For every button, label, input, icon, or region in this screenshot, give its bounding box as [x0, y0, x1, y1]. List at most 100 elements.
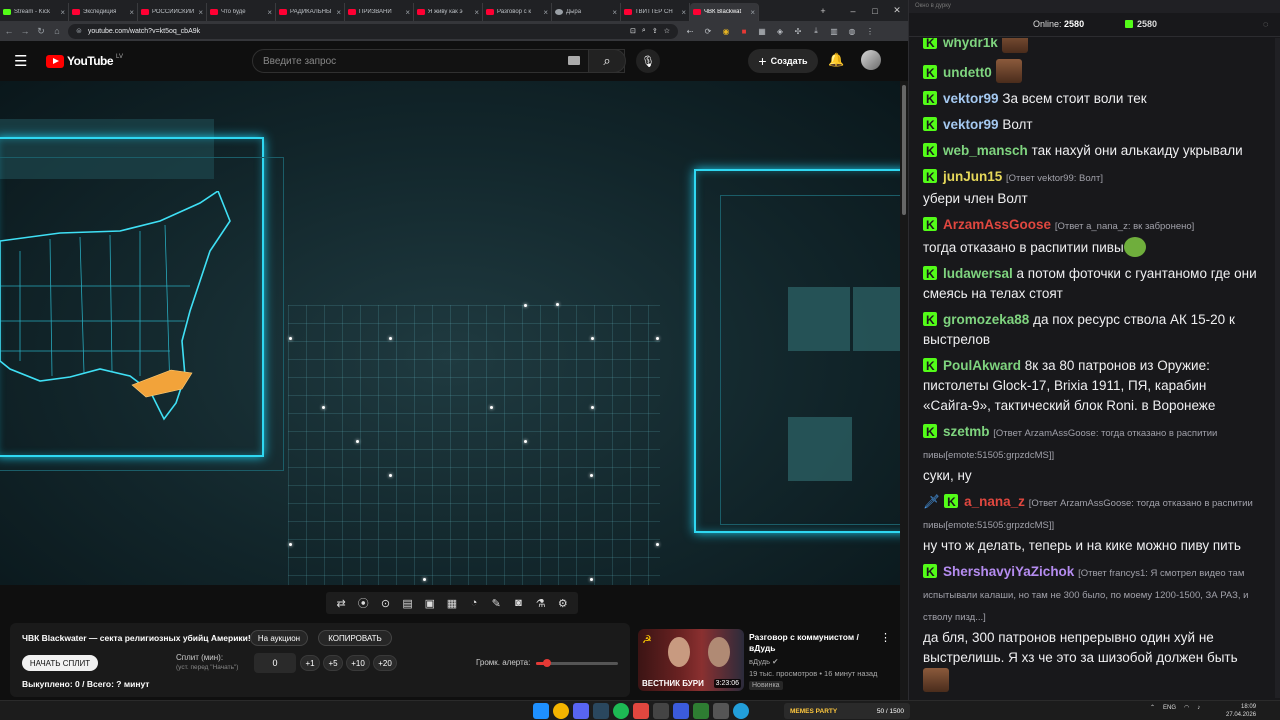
language-indicator[interactable]: ENG	[1163, 705, 1176, 711]
chat-username[interactable]: gromozeka88	[943, 312, 1029, 327]
recommended-video[interactable]: ☭ ВЕСТНИК БУРИ 3:23:06 Разговор с коммун…	[638, 629, 900, 695]
alert-volume-slider[interactable]	[536, 659, 618, 667]
chat-username[interactable]: szetmb	[943, 424, 990, 439]
tab-close-icon[interactable]: ×	[198, 8, 203, 17]
camera-icon[interactable]: ◙	[509, 597, 527, 609]
channel-name[interactable]: вДудь ✔	[749, 657, 778, 666]
tab-close-icon[interactable]: ×	[405, 8, 410, 17]
extension-icon-2[interactable]: ▦	[756, 27, 768, 36]
back-icon[interactable]: ←	[4, 26, 14, 36]
tab-close-icon[interactable]: ×	[543, 8, 548, 17]
tab-close-icon[interactable]: ×	[336, 8, 341, 17]
slider-knob[interactable]	[543, 659, 552, 667]
subtitles-icon[interactable]: ▦	[443, 597, 461, 610]
copy-button[interactable]: КОПИРОВАТЬ	[318, 630, 392, 646]
extension-icon[interactable]: ◉	[720, 27, 732, 36]
browser-tab[interactable]: ЧВК Blackwat ×	[690, 3, 759, 21]
voice-search-icon[interactable]: 🎙	[636, 49, 660, 73]
install-icon[interactable]: ⊡	[630, 27, 636, 35]
new-tab-button[interactable]: +	[812, 6, 834, 16]
clapper-icon[interactable]: ▤	[399, 597, 417, 610]
avatar[interactable]	[861, 50, 881, 70]
minimize-button[interactable]: –	[842, 6, 864, 16]
back-history-icon[interactable]: ⇠	[684, 27, 696, 36]
browser-tab[interactable]: РОССИЙСКИЙ ×	[138, 3, 207, 21]
bookmark-star-icon[interactable]: ☆	[664, 27, 670, 35]
tab-close-icon[interactable]: ×	[750, 8, 755, 17]
pip-icon[interactable]: ▣	[421, 597, 439, 610]
home-icon[interactable]: ⌂	[52, 26, 62, 36]
memes-party-widget[interactable]: MEMES PARTY 50 / 1500	[784, 703, 910, 719]
chat-username[interactable]: web_mansch	[943, 143, 1028, 158]
chat-settings-icon[interactable]: ◌	[1263, 19, 1268, 29]
start-icon[interactable]	[533, 703, 549, 719]
share-icon[interactable]: ⇪	[652, 27, 658, 35]
browser-tab[interactable]: Дыра ×	[552, 3, 621, 21]
zoom-icon[interactable]: ⌕	[642, 27, 646, 35]
menu-dots-icon[interactable]: ⋮	[864, 27, 876, 36]
notifications-bell-icon[interactable]: 🔔	[828, 52, 844, 68]
increment-1-button[interactable]: +1	[300, 655, 320, 671]
chrome-icon[interactable]	[553, 703, 569, 719]
app-icon[interactable]	[653, 703, 669, 719]
reply-reference[interactable]: [Ответ vektor99: Волт]	[1006, 173, 1103, 184]
browser-tab[interactable]: Что буде ×	[207, 3, 276, 21]
recommended-title[interactable]: Разговор с коммунистом / вДудь	[749, 632, 879, 654]
tab-close-icon[interactable]: ×	[267, 8, 272, 17]
flask-icon[interactable]: ⚗	[532, 597, 550, 610]
browser-tab[interactable]: Stream - Kick ×	[0, 3, 69, 21]
split-minutes-input[interactable]: 0	[254, 653, 296, 673]
chat-username[interactable]: vektor99	[943, 91, 999, 106]
discord-icon[interactable]	[573, 703, 589, 719]
tab-close-icon[interactable]: ×	[681, 8, 686, 17]
chat-username[interactable]: junJun15	[943, 169, 1002, 184]
chat-username[interactable]: PoulAkward	[943, 358, 1021, 373]
gear-icon[interactable]: ⚙	[554, 597, 572, 610]
tab-close-icon[interactable]: ×	[612, 8, 617, 17]
browser-tab[interactable]: Экспедиция ×	[69, 3, 138, 21]
steam-icon[interactable]	[593, 703, 609, 719]
speed-icon[interactable]: ◔	[465, 597, 483, 609]
keyboard-icon[interactable]	[568, 56, 580, 65]
chat-username[interactable]: ludawersal	[943, 266, 1013, 281]
maximize-button[interactable]: □	[864, 6, 886, 16]
clock[interactable]: 18:09 27.04.2026	[1226, 703, 1256, 719]
loop-icon[interactable]: ⇄	[332, 597, 350, 610]
address-bar[interactable]: ⊜ youtube.com/watch?v=kt5oq_cbA9k ⊡ ⌕ ⇪ …	[68, 23, 678, 39]
browser-tab[interactable]: РАДИКАЛЬНЫ ×	[276, 3, 345, 21]
increment-5-button[interactable]: +5	[323, 655, 343, 671]
chat-username[interactable]: ShershavyiYaZichok	[943, 564, 1074, 579]
chat-username[interactable]: a_nana_z	[964, 494, 1025, 509]
browser-tab[interactable]: Разговор с к ×	[483, 3, 552, 21]
forward-icon[interactable]: →	[20, 26, 30, 36]
broadcast-icon[interactable]: ⦿	[354, 595, 372, 611]
increment-10-button[interactable]: +10	[346, 655, 370, 671]
increment-20-button[interactable]: +20	[373, 655, 397, 671]
app-red-icon[interactable]	[633, 703, 649, 719]
site-info-icon[interactable]: ⊜	[76, 27, 82, 35]
more-options-icon[interactable]: ⋮	[880, 631, 891, 644]
tab-close-icon[interactable]: ×	[474, 8, 479, 17]
page-scrollbar-thumb[interactable]	[902, 85, 906, 215]
app-gray-icon[interactable]	[713, 703, 729, 719]
youtube-logo[interactable]: YouTube LV	[46, 54, 123, 68]
menu-icon[interactable]: ☰	[14, 52, 38, 70]
chat-username[interactable]: ArzamAssGoose	[943, 217, 1051, 232]
watch-icon[interactable]: ⊙	[376, 597, 394, 610]
tray-arrow-icon[interactable]: ⌃	[1150, 704, 1155, 711]
video-thumbnail[interactable]: ☭ ВЕСТНИК БУРИ 3:23:06	[638, 629, 744, 691]
tab-close-icon[interactable]: ×	[129, 8, 134, 17]
extension-icon-3[interactable]: ◈	[774, 27, 786, 36]
wifi-icon[interactable]: ◠	[1184, 704, 1189, 711]
extension-red-icon[interactable]: ■	[738, 27, 750, 36]
reload-icon[interactable]: ↻	[36, 26, 46, 37]
auction-button[interactable]: На аукцион	[250, 630, 308, 646]
tab-close-icon[interactable]: ×	[60, 8, 65, 17]
chat-username[interactable]: undett0	[943, 65, 992, 80]
chat-username[interactable]: whydr1k	[943, 38, 998, 50]
extensions-puzzle-icon[interactable]: ✣	[792, 27, 804, 36]
telegram-icon[interactable]	[733, 703, 749, 719]
app-green-icon[interactable]	[693, 703, 709, 719]
sidebar-icon[interactable]: ▥	[828, 27, 840, 36]
download-icon[interactable]: ⤓	[810, 26, 822, 36]
